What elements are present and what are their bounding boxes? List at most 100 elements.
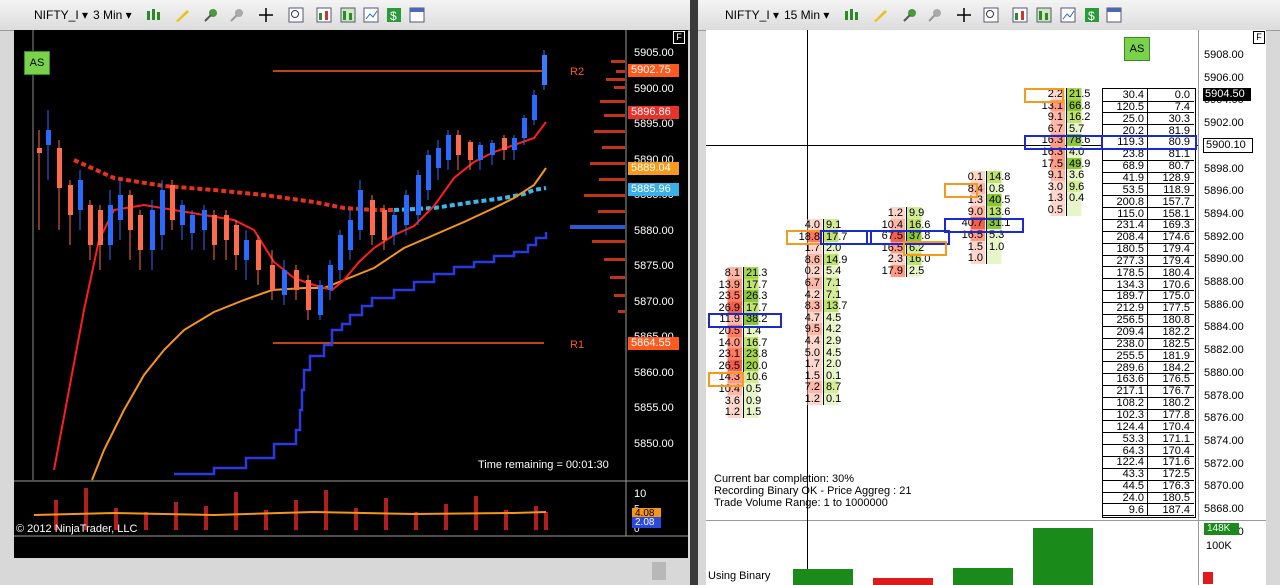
ladder-bid: 68.9 xyxy=(1122,160,1144,173)
ladder-bid: 30.4 xyxy=(1122,89,1144,101)
price-axis-label: 5894.00 xyxy=(1204,207,1244,220)
properties-icon[interactable] xyxy=(1106,7,1122,23)
price-axis-label: 5855.00 xyxy=(634,402,674,414)
crosshair-icon[interactable] xyxy=(956,7,972,23)
time-remaining: Time remaining = 00:01:30 xyxy=(478,459,609,471)
interval-label: 3 Min xyxy=(93,8,123,22)
price-axis-label: 5905.00 xyxy=(634,47,674,59)
bid-volume-cell: 7.2 xyxy=(790,381,822,394)
zoom-icon[interactable] xyxy=(983,7,999,23)
price-axis-label: 5870.00 xyxy=(634,295,674,308)
indicators-icon[interactable] xyxy=(340,7,356,23)
data-series-icon[interactable] xyxy=(316,7,332,23)
bid-volume-cell: 3.6 xyxy=(710,394,742,407)
ladder-ask: 180.4 xyxy=(1162,266,1190,279)
ladder-bid: 209.4 xyxy=(1116,326,1144,338)
left-chart-window: NIFTY_I ▾ 3 Min ▾ $ AS F 5905.00 5900.00… xyxy=(0,0,690,585)
ask-volume-cell: 0.4 xyxy=(1067,192,1099,205)
ask-volume-cell: 16.2 xyxy=(1067,111,1099,124)
pin-icon[interactable] xyxy=(902,7,918,23)
bar-type-icon[interactable] xyxy=(844,7,860,23)
ladder-bid: 180.5 xyxy=(1116,243,1144,256)
strategies-icon[interactable] xyxy=(1060,7,1076,23)
pin-icon[interactable] xyxy=(203,7,219,23)
instrument-label: NIFTY_I xyxy=(34,8,79,22)
data-series-icon[interactable] xyxy=(1012,7,1028,23)
right-toolbar: NIFTY_I ▾ 15 Min ▾ $ xyxy=(698,0,1280,31)
ask-volume-cell: 0.1 xyxy=(824,393,856,405)
volume-marker-red xyxy=(1203,572,1213,584)
bid-volume-cell: 0.2 xyxy=(790,265,822,278)
ask-volume-cell: 2.9 xyxy=(824,335,856,347)
bar-type-icon[interactable] xyxy=(146,7,162,23)
bid-volume-cell: 13.9 xyxy=(710,278,742,291)
ladder-ask: 176.3 xyxy=(1162,480,1190,493)
price-level-marker: 5896.86 xyxy=(628,106,679,119)
f-marker[interactable]: F xyxy=(1253,31,1265,44)
ask-volume-cell: 0.8 xyxy=(987,182,1019,195)
ladder-ask: 174.6 xyxy=(1162,231,1190,244)
ladder-ask: 80.7 xyxy=(1168,160,1190,173)
ladder-ask: 176.5 xyxy=(1162,373,1190,386)
interval-label: 15 Min xyxy=(784,8,821,22)
bid-volume-cell: 23.1 xyxy=(710,348,742,361)
volume-bar-4 xyxy=(1033,528,1093,585)
ladder-bid: 163.6 xyxy=(1116,373,1144,386)
ladder-bid: 238.0 xyxy=(1116,337,1144,350)
crosshair-icon[interactable] xyxy=(258,7,274,23)
ladder-bid: 256.5 xyxy=(1116,314,1144,327)
pivot-r2-label: R2 xyxy=(570,66,585,78)
ladder-ask: 128.9 xyxy=(1162,171,1190,184)
ask-volume-cell: 14.8 xyxy=(987,171,1019,183)
scrollbar-thumb[interactable] xyxy=(652,562,666,580)
ask-volume-cell: 5.7 xyxy=(1067,122,1099,135)
time-axis-label: 11:45 xyxy=(466,542,493,554)
axis-divider xyxy=(1198,30,1199,585)
unpin-icon[interactable] xyxy=(927,7,943,23)
ladder-bid: 289.6 xyxy=(1116,361,1144,374)
strategies-icon[interactable] xyxy=(363,7,379,23)
window-divider[interactable] xyxy=(690,0,698,585)
ladder-ask: 179.4 xyxy=(1162,243,1190,256)
current-price-marker: 5904.50 xyxy=(1203,88,1251,101)
highlight-box xyxy=(820,230,872,245)
drawing-tool-icon[interactable] xyxy=(174,7,190,23)
drawing-tool-icon[interactable] xyxy=(872,7,888,23)
ladder-ask: 170.4 xyxy=(1162,420,1190,433)
bar-wick xyxy=(1066,88,1067,216)
price-axis-label: 5850.00 xyxy=(634,437,674,450)
price-axis-label: 5898.00 xyxy=(1204,162,1244,175)
ladder-ask: 81.1 xyxy=(1168,148,1190,161)
interval-selector[interactable]: 15 Min ▾ xyxy=(784,8,829,22)
left-price-chart[interactable] xyxy=(14,30,688,585)
bid-volume-cell: 9.1 xyxy=(1033,169,1065,182)
strategy-badge[interactable]: AS xyxy=(1124,37,1150,61)
instrument-selector[interactable]: NIFTY_I ▾ xyxy=(725,8,779,22)
ladder-bid: 9.6 xyxy=(1128,503,1144,516)
bid-volume-cell: 1.5 xyxy=(790,369,822,382)
ladder-ask: 182.2 xyxy=(1162,326,1190,338)
highlight-box xyxy=(1024,135,1104,150)
zoom-icon[interactable] xyxy=(288,7,304,23)
ladder-bid: 24.0 xyxy=(1122,491,1144,504)
volume-bar-1 xyxy=(793,569,853,585)
dollar-icon[interactable]: $ xyxy=(1084,7,1100,23)
ladder-ask: 171.1 xyxy=(1162,432,1190,445)
highlight-box xyxy=(708,372,744,387)
bar-wick xyxy=(823,219,824,405)
strategy-badge[interactable]: AS xyxy=(24,51,50,75)
bid-volume-cell: 9.5 xyxy=(790,323,822,336)
unpin-icon[interactable] xyxy=(229,7,245,23)
price-axis-label: 5878.00 xyxy=(1204,389,1244,402)
volume-bar-3 xyxy=(953,568,1013,585)
volume-tag: 148K xyxy=(1204,523,1239,535)
interval-selector[interactable]: 3 Min ▾ xyxy=(93,8,132,22)
instrument-selector[interactable]: NIFTY_I ▾ xyxy=(34,8,88,22)
f-marker[interactable]: F xyxy=(673,31,685,44)
properties-icon[interactable] xyxy=(409,7,425,23)
ladder-bid: 102.3 xyxy=(1116,408,1144,421)
price-axis-label: 5900.00 xyxy=(634,82,674,95)
dollar-icon[interactable]: $ xyxy=(386,7,402,23)
indicators-icon[interactable] xyxy=(1036,7,1052,23)
ask-volume-cell: 1.0 xyxy=(987,240,1019,253)
